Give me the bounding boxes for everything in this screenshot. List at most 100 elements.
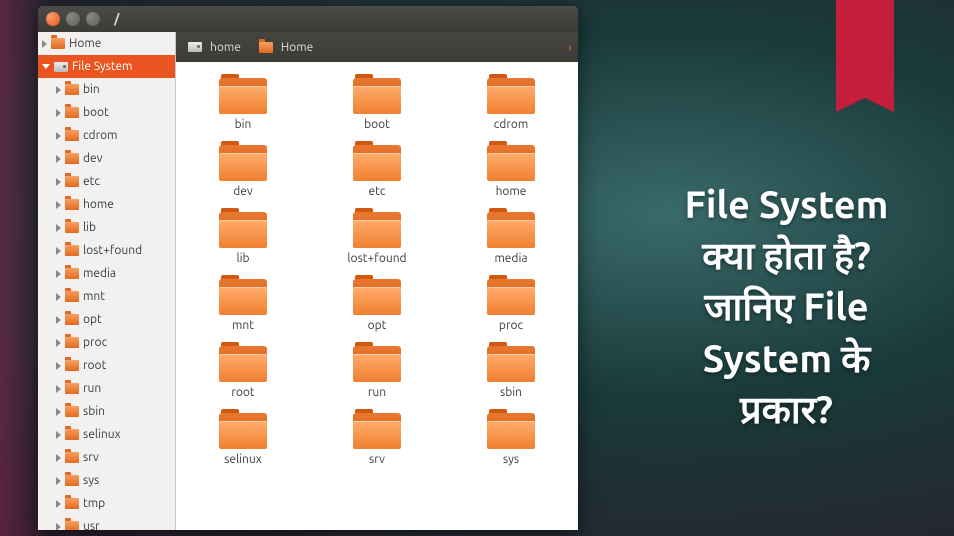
folder-icon (487, 277, 535, 315)
window-title: / (114, 12, 119, 26)
expand-icon (42, 64, 50, 69)
expand-icon (56, 155, 61, 163)
tree-item-run[interactable]: run (38, 377, 175, 400)
tree-filesystem[interactable]: File System (38, 55, 175, 78)
folder-media[interactable]: media (461, 210, 561, 265)
folder-label: opt (368, 319, 387, 332)
folder-bin[interactable]: bin (193, 76, 293, 131)
expand-icon (56, 178, 61, 186)
folder-icon (65, 130, 79, 141)
folder-label: home (496, 185, 527, 198)
tree-item-dev[interactable]: dev (38, 147, 175, 170)
folder-proc[interactable]: proc (461, 277, 561, 332)
folder-boot[interactable]: boot (327, 76, 427, 131)
tree-item-lost+found[interactable]: lost+found (38, 239, 175, 262)
drive-icon (54, 62, 68, 72)
file-manager-window: / Home File System binbootcdromdevetchom… (38, 6, 578, 530)
folder-home[interactable]: home (461, 143, 561, 198)
minimize-button[interactable] (66, 12, 80, 26)
tree-label: bin (83, 83, 100, 96)
folder-label: proc (499, 319, 523, 332)
title-panel: File System क्या होता है? जानिए File Sys… (619, 0, 954, 536)
folder-icon (65, 406, 79, 417)
tree-label: home (83, 198, 114, 211)
path-label: Home (281, 41, 313, 54)
tree-label: lost+found (83, 244, 142, 257)
tree-item-proc[interactable]: proc (38, 331, 175, 354)
path-segment-folder[interactable]: Home (253, 39, 319, 56)
tree-item-srv[interactable]: srv (38, 446, 175, 469)
tree-label: boot (83, 106, 109, 119)
tree-item-home[interactable]: home (38, 193, 175, 216)
tree-label: run (83, 382, 101, 395)
tree-item-etc[interactable]: etc (38, 170, 175, 193)
folder-icon (51, 38, 65, 49)
folder-icon (65, 84, 79, 95)
folder-sbin[interactable]: sbin (461, 344, 561, 399)
folder-label: sys (503, 453, 519, 466)
tree-item-root[interactable]: root (38, 354, 175, 377)
tree-item-selinux[interactable]: selinux (38, 423, 175, 446)
tree-item-opt[interactable]: opt (38, 308, 175, 331)
path-segment-home[interactable]: home (182, 39, 247, 56)
expand-icon (42, 40, 47, 48)
folder-icon (65, 383, 79, 394)
tree-item-cdrom[interactable]: cdrom (38, 124, 175, 147)
expand-icon (56, 500, 61, 508)
folder-label: dev (233, 185, 253, 198)
folder-sys[interactable]: sys (461, 411, 561, 466)
tree-item-boot[interactable]: boot (38, 101, 175, 124)
folder-dev[interactable]: dev (193, 143, 293, 198)
expand-icon (56, 201, 61, 209)
tree-item-usr[interactable]: usr (38, 515, 175, 530)
folder-icon (65, 521, 79, 530)
maximize-button[interactable] (86, 12, 100, 26)
folder-cdrom[interactable]: cdrom (461, 76, 561, 131)
folder-icon (487, 210, 535, 248)
folder-icon (219, 76, 267, 114)
folder-opt[interactable]: opt (327, 277, 427, 332)
folder-etc[interactable]: etc (327, 143, 427, 198)
drive-icon (188, 42, 202, 52)
tree-item-bin[interactable]: bin (38, 78, 175, 101)
tree-label: File System (72, 60, 133, 73)
folder-icon (65, 498, 79, 509)
folder-icon (219, 143, 267, 181)
expand-icon (56, 270, 61, 278)
folder-lost+found[interactable]: lost+found (327, 210, 427, 265)
folder-icon (219, 344, 267, 382)
folder-mnt[interactable]: mnt (193, 277, 293, 332)
close-button[interactable] (46, 12, 60, 26)
folder-run[interactable]: run (327, 344, 427, 399)
folder-srv[interactable]: srv (327, 411, 427, 466)
folder-grid: binboot cdrom dev etc home lib lost+found media… (176, 62, 578, 530)
folder-lib[interactable]: lib (193, 210, 293, 265)
folder-label: mnt (232, 319, 254, 332)
expand-icon (56, 477, 61, 485)
tree-label: srv (83, 451, 99, 464)
chevron-right-icon[interactable]: › (568, 39, 572, 55)
folder-root[interactable]: root (193, 344, 293, 399)
folder-label: lib (236, 252, 249, 265)
expand-icon (56, 362, 61, 370)
expand-icon (56, 408, 61, 416)
folder-icon (65, 360, 79, 371)
tree-item-sbin[interactable]: sbin (38, 400, 175, 423)
tree-item-mnt[interactable]: mnt (38, 285, 175, 308)
tree-item-tmp[interactable]: tmp (38, 492, 175, 515)
expand-icon (56, 86, 61, 94)
tree-label: Home (69, 37, 101, 50)
tree-label: opt (83, 313, 102, 326)
tree-item-media[interactable]: media (38, 262, 175, 285)
tree-label: lib (83, 221, 96, 234)
tree-item-lib[interactable]: lib (38, 216, 175, 239)
titlebar: / (38, 6, 578, 32)
folder-selinux[interactable]: selinux (193, 411, 293, 466)
expand-icon (56, 293, 61, 301)
tree-label: media (83, 267, 116, 280)
expand-icon (56, 247, 61, 255)
tree-home[interactable]: Home (38, 32, 175, 55)
folder-label: lost+found (347, 252, 406, 265)
tree-item-sys[interactable]: sys (38, 469, 175, 492)
folder-icon (353, 143, 401, 181)
